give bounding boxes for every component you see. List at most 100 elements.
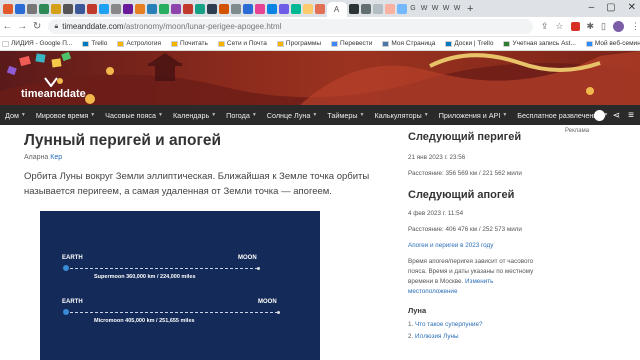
author-link[interactable]: Кер: [50, 154, 62, 161]
browser-tab[interactable]: [182, 3, 193, 14]
hamburger-menu-icon[interactable]: ≡: [628, 110, 634, 121]
nav-item[interactable]: Дом ▼: [0, 111, 31, 120]
moon-link-item[interactable]: 2. Иллюзия Луны: [408, 331, 608, 343]
moon-dot-bottom: [277, 311, 280, 314]
browser-tab[interactable]: [314, 3, 325, 14]
browser-tab[interactable]: W: [452, 5, 462, 12]
sidepanel-icon[interactable]: ▯: [601, 21, 606, 32]
chevron-down-icon: ▼: [502, 112, 508, 118]
browser-tab[interactable]: [396, 3, 407, 14]
next-apogee-heading: Следующий апогей: [408, 189, 515, 201]
browser-tab[interactable]: [278, 3, 289, 14]
location-link[interactable]: местоположение: [408, 287, 608, 297]
bookmark-item[interactable]: ЛИДИЯ - Google П...: [2, 40, 72, 47]
browser-tab[interactable]: [372, 3, 383, 14]
chevron-down-icon: ▼: [359, 112, 365, 118]
profile-avatar[interactable]: [613, 21, 624, 32]
nav-right-tools: ⋖ ≡: [593, 105, 640, 125]
bookmark-star-icon[interactable]: ☆: [555, 21, 563, 32]
browser-tab[interactable]: [158, 3, 169, 14]
browser-tab[interactable]: [230, 3, 241, 14]
browser-tab[interactable]: [98, 3, 109, 14]
bookmark-item[interactable]: Программы: [276, 40, 322, 47]
browser-tab[interactable]: [74, 3, 85, 14]
close-icon[interactable]: ✕: [628, 2, 636, 13]
bookmark-item[interactable]: Почитать: [171, 40, 208, 47]
browser-tab[interactable]: [302, 3, 313, 14]
site-logo[interactable]: timeanddate: [21, 88, 86, 100]
browser-tab[interactable]: [86, 3, 97, 14]
nav-item[interactable]: Таймеры ▼: [322, 111, 369, 120]
supermoon-line: [70, 268, 258, 269]
browser-tab[interactable]: [242, 3, 253, 14]
browser-tab[interactable]: [206, 3, 217, 14]
bookmark-folder-icon: [382, 40, 390, 47]
account-icon[interactable]: [593, 109, 605, 121]
browser-tab[interactable]: [254, 3, 265, 14]
extensions-puzzle-icon[interactable]: ✱: [587, 21, 595, 32]
browser-tab[interactable]: G: [408, 5, 418, 12]
browser-tab[interactable]: [122, 3, 133, 14]
bookmark-item[interactable]: Trello: [82, 40, 107, 47]
browser-tab[interactable]: [38, 3, 49, 14]
bookmark-item[interactable]: Мой веб-семинар: [585, 40, 640, 47]
extension-icon[interactable]: [570, 22, 580, 31]
browser-tab[interactable]: [384, 3, 395, 14]
nav-item[interactable]: Мировое время ▼: [31, 111, 100, 120]
share-icon[interactable]: ⋖: [613, 110, 621, 121]
moon-link-item[interactable]: 1. Что такое суперлуние?: [408, 319, 608, 331]
browser-tab[interactable]: [146, 3, 157, 14]
bookmark-item[interactable]: Сети и Почта: [217, 40, 267, 47]
bookmark-folder-icon: [445, 40, 453, 47]
year-link[interactable]: Апогеи и перигеи в 2023 году: [408, 241, 608, 251]
bookmark-label: Учетная запись Ast...: [512, 40, 576, 47]
back-icon[interactable]: ←: [0, 21, 15, 32]
browser-tab[interactable]: [290, 3, 301, 14]
nav-item[interactable]: Калькуляторы ▼: [369, 111, 433, 120]
nav-item[interactable]: Приложения и API ▼: [434, 111, 513, 120]
browser-tab[interactable]: [360, 3, 371, 14]
url-input[interactable]: 🔒︎ timeanddate.com/astronomy/moon/lunar-…: [48, 19, 533, 34]
browser-tab-active[interactable]: A: [326, 2, 347, 17]
share-page-icon[interactable]: ⇪: [541, 21, 549, 32]
browser-tab[interactable]: [266, 3, 277, 14]
bookmark-label: ЛИДИЯ - Google П...: [11, 40, 73, 47]
browser-tab[interactable]: [62, 3, 73, 14]
bookmark-item[interactable]: Астрология: [117, 40, 161, 47]
bookmark-item[interactable]: Учетная запись Ast...: [503, 40, 576, 47]
browser-tab[interactable]: W: [441, 5, 451, 12]
browser-tab[interactable]: W: [419, 5, 429, 12]
lock-icon[interactable]: 🔒︎: [54, 23, 58, 31]
browser-tab[interactable]: [170, 3, 181, 14]
bookmark-label: Программы: [285, 40, 322, 47]
browser-tab[interactable]: [194, 3, 205, 14]
reload-icon[interactable]: ↻: [30, 21, 45, 32]
browser-tab[interactable]: [50, 3, 61, 14]
bookmark-item[interactable]: Перевести: [331, 40, 372, 47]
browser-tab[interactable]: [218, 3, 229, 14]
forward-icon[interactable]: →: [15, 21, 30, 32]
bookmark-item[interactable]: Моя Страница: [382, 40, 435, 47]
maximize-icon[interactable]: ▢: [606, 2, 615, 13]
browser-tab[interactable]: [26, 3, 37, 14]
browser-tab[interactable]: W: [430, 5, 440, 12]
new-tab-button[interactable]: +: [467, 3, 473, 14]
change-location-link[interactable]: Изменить: [465, 278, 493, 285]
list-number: 2.: [408, 333, 414, 340]
nav-item[interactable]: Солнце Луна ▼: [262, 111, 323, 120]
browser-tab[interactable]: [134, 3, 145, 14]
minimize-icon[interactable]: –: [589, 2, 595, 13]
bookmark-item[interactable]: Доски | Trello: [445, 40, 493, 47]
menu-kebab-icon[interactable]: ⋮: [631, 21, 640, 32]
toolbar-icons: ⇪ ☆ ✱ ▯ ⋮: [541, 21, 640, 32]
chevron-down-icon: ▼: [423, 112, 429, 118]
browser-tab[interactable]: [110, 3, 121, 14]
browser-tab[interactable]: [2, 3, 13, 14]
nav-item[interactable]: Погода ▼: [221, 111, 262, 120]
chevron-down-icon: ▼: [312, 112, 318, 118]
nav-item[interactable]: Календарь ▼: [168, 111, 221, 120]
address-bar: ← → ↻ 🔒︎ timeanddate.com/astronomy/moon/…: [0, 17, 640, 37]
nav-item[interactable]: Часовые пояса ▼: [100, 111, 168, 120]
browser-tab[interactable]: [14, 3, 25, 14]
browser-tab[interactable]: [348, 3, 359, 14]
